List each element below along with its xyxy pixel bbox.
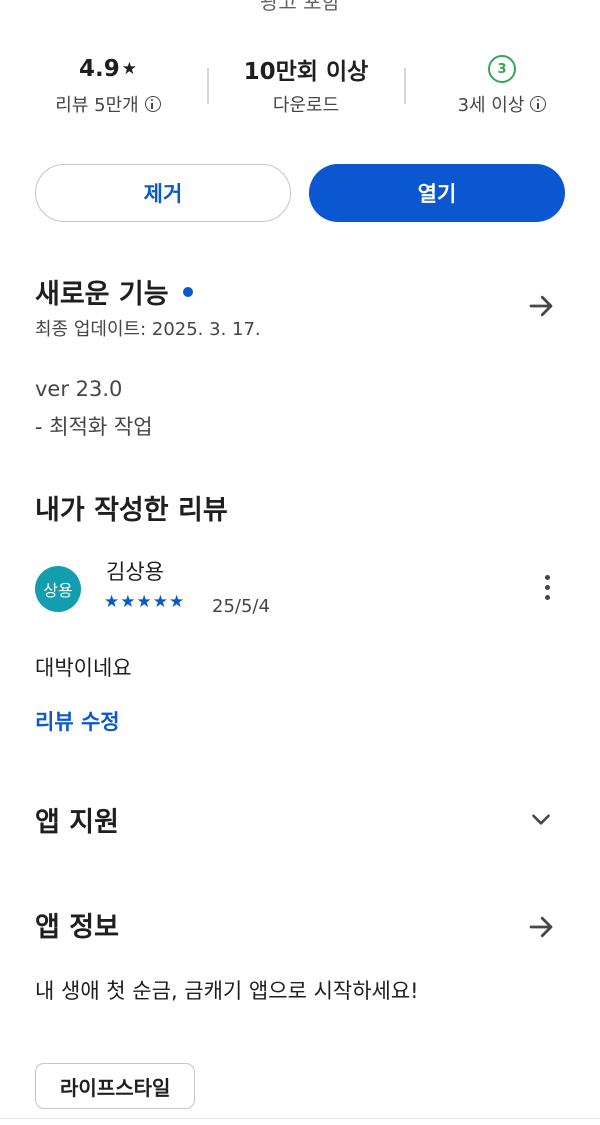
age-rating-badge: 3 — [488, 55, 516, 83]
new-indicator-dot — [182, 286, 193, 297]
open-button[interactable]: 열기 — [309, 164, 565, 222]
review-date: 25/5/4 — [212, 596, 270, 617]
downloads-stat: 10만회 이상 다운로드 — [206, 52, 406, 118]
app-description: 내 생애 첫 순금, 금캐기 앱으로 시작하세요! — [35, 979, 419, 1003]
chevron-down-icon[interactable] — [528, 806, 554, 832]
star-rating: ★★★★★ — [104, 592, 186, 612]
app-info-header[interactable]: 앱 정보 — [35, 905, 119, 944]
category-chip[interactable]: 라이프스타일 — [35, 1063, 196, 1109]
star-icon: ★ — [121, 59, 137, 79]
rating-stat[interactable]: 4.9 ★ 리뷰 5만개 — [8, 52, 208, 118]
review-count: 리뷰 5만개 — [55, 95, 139, 116]
reviewer-name: 김상용 — [106, 560, 164, 584]
arrow-right-icon[interactable] — [526, 912, 556, 942]
app-support-header[interactable]: 앱 지원 — [35, 800, 119, 839]
divider — [0, 1118, 600, 1119]
avatar: 상용 — [35, 566, 81, 612]
review-text: 대박이네요 — [35, 656, 132, 680]
info-icon[interactable] — [144, 96, 161, 112]
downloads-label: 다운로드 — [272, 95, 340, 116]
edit-review-link[interactable]: 리뷰 수정 — [35, 706, 120, 736]
contains-ads-label: 광고 포함 — [260, 0, 340, 14]
app-support-title: 앱 지원 — [35, 807, 119, 838]
arrow-right-icon[interactable] — [526, 291, 556, 321]
last-updated-date: 최종 업데이트: 2025. 3. 17. — [35, 319, 261, 340]
my-review-title: 내가 작성한 리뷰 — [35, 495, 228, 526]
release-note-line: - 최적화 작업 — [35, 415, 153, 439]
content-rating-stat[interactable]: 3 3세 이상 — [402, 52, 600, 118]
more-options-icon[interactable] — [538, 572, 558, 604]
app-stats-row: 4.9 ★ 리뷰 5만개 10만회 이상 다운로드 3 3세 이상 — [0, 52, 600, 122]
age-rating-label: 3세 이상 — [457, 95, 525, 116]
whats-new-header[interactable]: 새로운 기능 — [35, 272, 193, 311]
uninstall-button[interactable]: 제거 — [35, 164, 291, 222]
rating-value: 4.9 — [79, 56, 120, 82]
app-info-title: 앱 정보 — [35, 912, 119, 943]
whats-new-title: 새로운 기능 — [35, 279, 169, 310]
release-note-line: ver 23.0 — [35, 377, 123, 401]
release-notes: ver 23.0 - 최적화 작업 — [35, 370, 153, 446]
downloads-value: 10만회 이상 — [243, 59, 369, 85]
info-icon[interactable] — [530, 96, 547, 112]
